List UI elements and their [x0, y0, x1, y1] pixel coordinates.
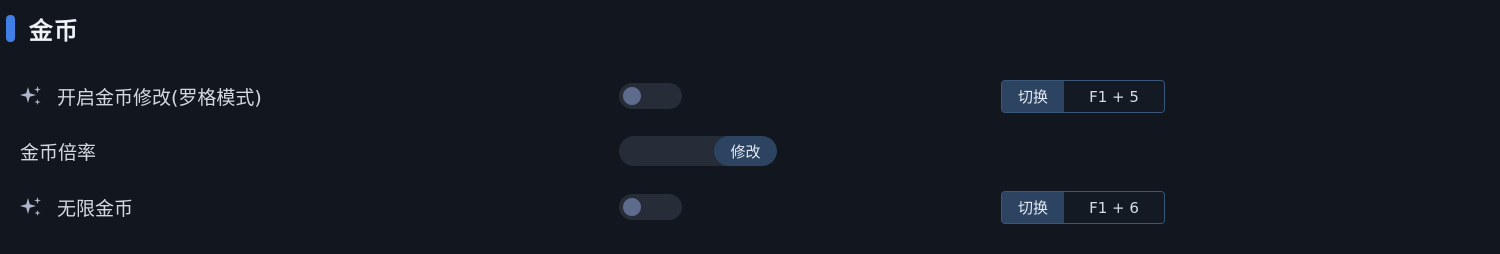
section-title: 金币 — [29, 16, 79, 45]
infinite-gold-toggle[interactable] — [619, 194, 682, 220]
gold-rate-input[interactable] — [619, 136, 715, 166]
gold-rate-label: 金币倍率 — [20, 141, 97, 164]
enable-gold-modify-toggle[interactable] — [619, 83, 682, 109]
section-accent-bar — [6, 14, 15, 42]
enable-gold-modify-label: 开启金币修改(罗格模式) — [57, 86, 262, 109]
toggle-knob — [623, 87, 641, 105]
hotkey-keys[interactable]: F1 + 6 — [1064, 192, 1164, 223]
hotkey-switch-button[interactable]: 切换 — [1002, 81, 1064, 112]
infinite-gold-hotkey: 切换 F1 + 6 — [1001, 191, 1165, 224]
sparkle-icon — [20, 86, 41, 105]
row-enable-gold-modify: 开启金币修改(罗格模式) 切换 F1 + 5 — [0, 76, 1500, 116]
hotkey-switch-button[interactable]: 切换 — [1002, 192, 1064, 223]
gold-rate-modify-button[interactable]: 修改 — [714, 136, 777, 166]
hotkey-keys[interactable]: F1 + 5 — [1064, 81, 1164, 112]
row-gold-rate: 金币倍率 修改 — [0, 131, 1500, 171]
gold-settings-panel: 金币 开启金币修改(罗格模式) 切换 F1 + 5 金币倍率 修改 无限金币 切… — [0, 0, 1500, 254]
section-header: 金币 — [0, 12, 79, 45]
toggle-knob — [623, 198, 641, 216]
gold-rate-field: 修改 — [619, 136, 777, 166]
sparkle-icon — [20, 197, 41, 216]
infinite-gold-label: 无限金币 — [57, 197, 134, 220]
enable-gold-modify-hotkey: 切换 F1 + 5 — [1001, 80, 1165, 113]
row-infinite-gold: 无限金币 切换 F1 + 6 — [0, 187, 1500, 227]
